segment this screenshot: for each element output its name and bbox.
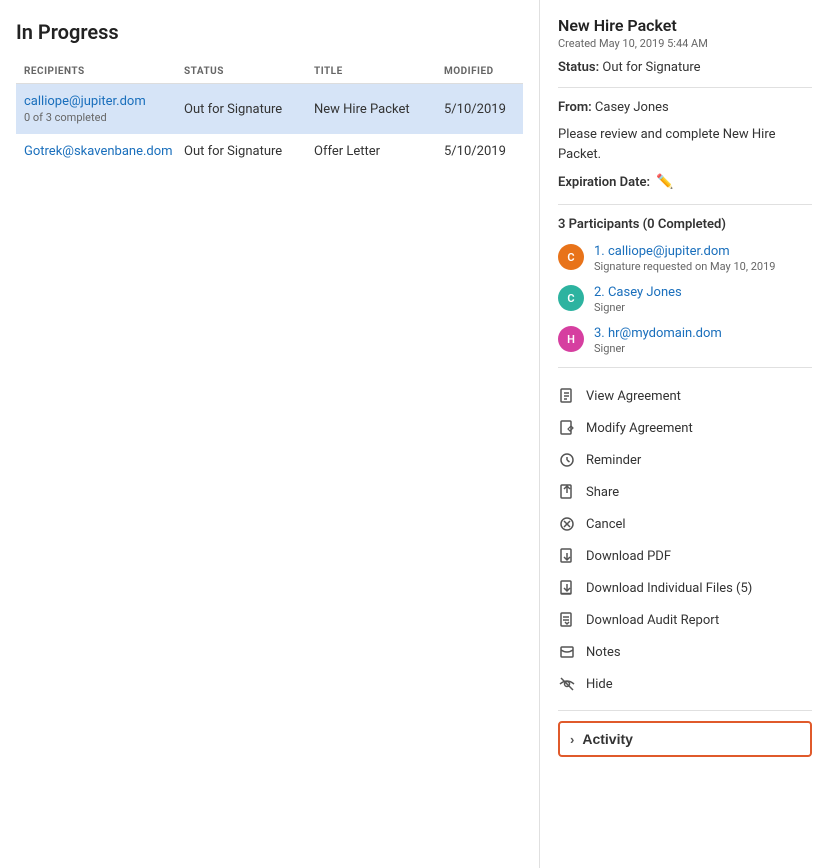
participant-sub: Signer — [594, 342, 722, 355]
participant-item: C 2. Casey Jones Signer — [558, 285, 812, 314]
download-individual-files-icon — [558, 579, 576, 597]
detail-title: New Hire Packet — [558, 16, 812, 35]
notes-label: Notes — [586, 645, 621, 660]
download-pdf-icon — [558, 547, 576, 565]
participant-info: 2. Casey Jones Signer — [594, 285, 682, 314]
detail-message: Please review and complete New Hire Pack… — [558, 125, 812, 164]
col-header-status: STATUS — [184, 66, 314, 77]
activity-section: › Activity — [558, 710, 812, 757]
download-pdf-action[interactable]: Download PDF — [558, 540, 812, 572]
reminder-label: Reminder — [586, 453, 641, 468]
status-label: Status: — [558, 60, 599, 75]
detail-from-row: From: Casey Jones — [558, 100, 812, 115]
page-title: In Progress — [16, 20, 523, 44]
detail-expiration: Expiration Date: ✏️ — [558, 174, 812, 190]
notes-icon — [558, 643, 576, 661]
participant-name[interactable]: 2. Casey Jones — [594, 285, 682, 300]
divider-3 — [558, 367, 812, 368]
participant-info: 3. hr@mydomain.dom Signer — [594, 326, 722, 355]
participant-item: H 3. hr@mydomain.dom Signer — [558, 326, 812, 355]
participant-info: 1. calliope@jupiter.dom Signature reques… — [594, 244, 775, 273]
view-agreement-label: View Agreement — [586, 389, 681, 404]
detail-created: Created May 10, 2019 5:44 AM — [558, 37, 812, 50]
status-value: Out for Signature — [602, 60, 700, 75]
left-panel: In Progress RECIPIENTS STATUS TITLE MODI… — [0, 0, 540, 868]
col-header-recipients: RECIPIENTS — [24, 66, 184, 77]
table-row[interactable]: calliope@jupiter.dom 0 of 3 completed Ou… — [16, 84, 523, 134]
detail-status-row: Status: Out for Signature — [558, 60, 812, 75]
modify-agreement-icon — [558, 419, 576, 437]
from-label: From: — [558, 100, 592, 115]
download-individual-files-action[interactable]: Download Individual Files (5) — [558, 572, 812, 604]
col-header-modified: MODIFIED — [444, 66, 544, 77]
hide-label: Hide — [586, 677, 613, 692]
cell-title: Offer Letter — [314, 144, 444, 159]
recipient-sub: 0 of 3 completed — [24, 111, 184, 124]
cell-status: Out for Signature — [184, 94, 314, 124]
chevron-right-icon: › — [570, 732, 574, 747]
cell-recipient: Gotrek@skavenbane.dom — [24, 144, 184, 159]
activity-label: Activity — [582, 731, 633, 747]
table-header: RECIPIENTS STATUS TITLE MODIFIED — [16, 60, 523, 84]
notes-action[interactable]: Notes — [558, 636, 812, 668]
reminder-icon — [558, 451, 576, 469]
divider-2 — [558, 204, 812, 205]
participant-avatar: C — [558, 244, 584, 270]
col-header-title: TITLE — [314, 66, 444, 77]
share-icon — [558, 483, 576, 501]
right-panel: New Hire Packet Created May 10, 2019 5:4… — [540, 0, 830, 868]
participant-avatar: C — [558, 285, 584, 311]
participant-sub: Signature requested on May 10, 2019 — [594, 260, 775, 273]
download-pdf-label: Download PDF — [586, 549, 671, 564]
modify-agreement-label: Modify Agreement — [586, 421, 693, 436]
cell-title: New Hire Packet — [314, 94, 444, 124]
participant-name[interactable]: 1. calliope@jupiter.dom — [594, 244, 775, 259]
hide-action[interactable]: Hide — [558, 668, 812, 700]
participant-name[interactable]: 3. hr@mydomain.dom — [594, 326, 722, 341]
participants-title: 3 Participants (0 Completed) — [558, 217, 812, 232]
hide-icon — [558, 675, 576, 693]
divider-1 — [558, 87, 812, 88]
recipient-email: Gotrek@skavenbane.dom — [24, 144, 184, 159]
share-action[interactable]: Share — [558, 476, 812, 508]
participant-sub: Signer — [594, 301, 682, 314]
download-audit-report-icon — [558, 611, 576, 629]
cancel-icon — [558, 515, 576, 533]
cell-recipient: calliope@jupiter.dom 0 of 3 completed — [24, 94, 184, 124]
cancel-label: Cancel — [586, 517, 626, 532]
action-list: View Agreement Modify Agreement — [558, 380, 812, 700]
share-label: Share — [586, 485, 619, 500]
recipient-email: calliope@jupiter.dom — [24, 94, 184, 109]
download-individual-files-label: Download Individual Files (5) — [586, 581, 752, 596]
expiration-label: Expiration Date: — [558, 175, 650, 190]
cell-modified: 5/10/2019 — [444, 144, 544, 159]
cancel-action[interactable]: Cancel — [558, 508, 812, 540]
download-audit-report-action[interactable]: Download Audit Report — [558, 604, 812, 636]
from-value: Casey Jones — [595, 100, 669, 115]
cell-modified: 5/10/2019 — [444, 94, 544, 124]
modify-agreement-action[interactable]: Modify Agreement — [558, 412, 812, 444]
edit-expiration-icon[interactable]: ✏️ — [656, 174, 673, 190]
download-audit-report-label: Download Audit Report — [586, 613, 719, 628]
reminder-action[interactable]: Reminder — [558, 444, 812, 476]
activity-button[interactable]: › Activity — [558, 721, 812, 757]
view-agreement-action[interactable]: View Agreement — [558, 380, 812, 412]
table-row[interactable]: Gotrek@skavenbane.dom Out for Signature … — [16, 134, 523, 169]
participant-avatar: H — [558, 326, 584, 352]
participant-item: C 1. calliope@jupiter.dom Signature requ… — [558, 244, 812, 273]
view-agreement-icon — [558, 387, 576, 405]
cell-status: Out for Signature — [184, 144, 314, 159]
